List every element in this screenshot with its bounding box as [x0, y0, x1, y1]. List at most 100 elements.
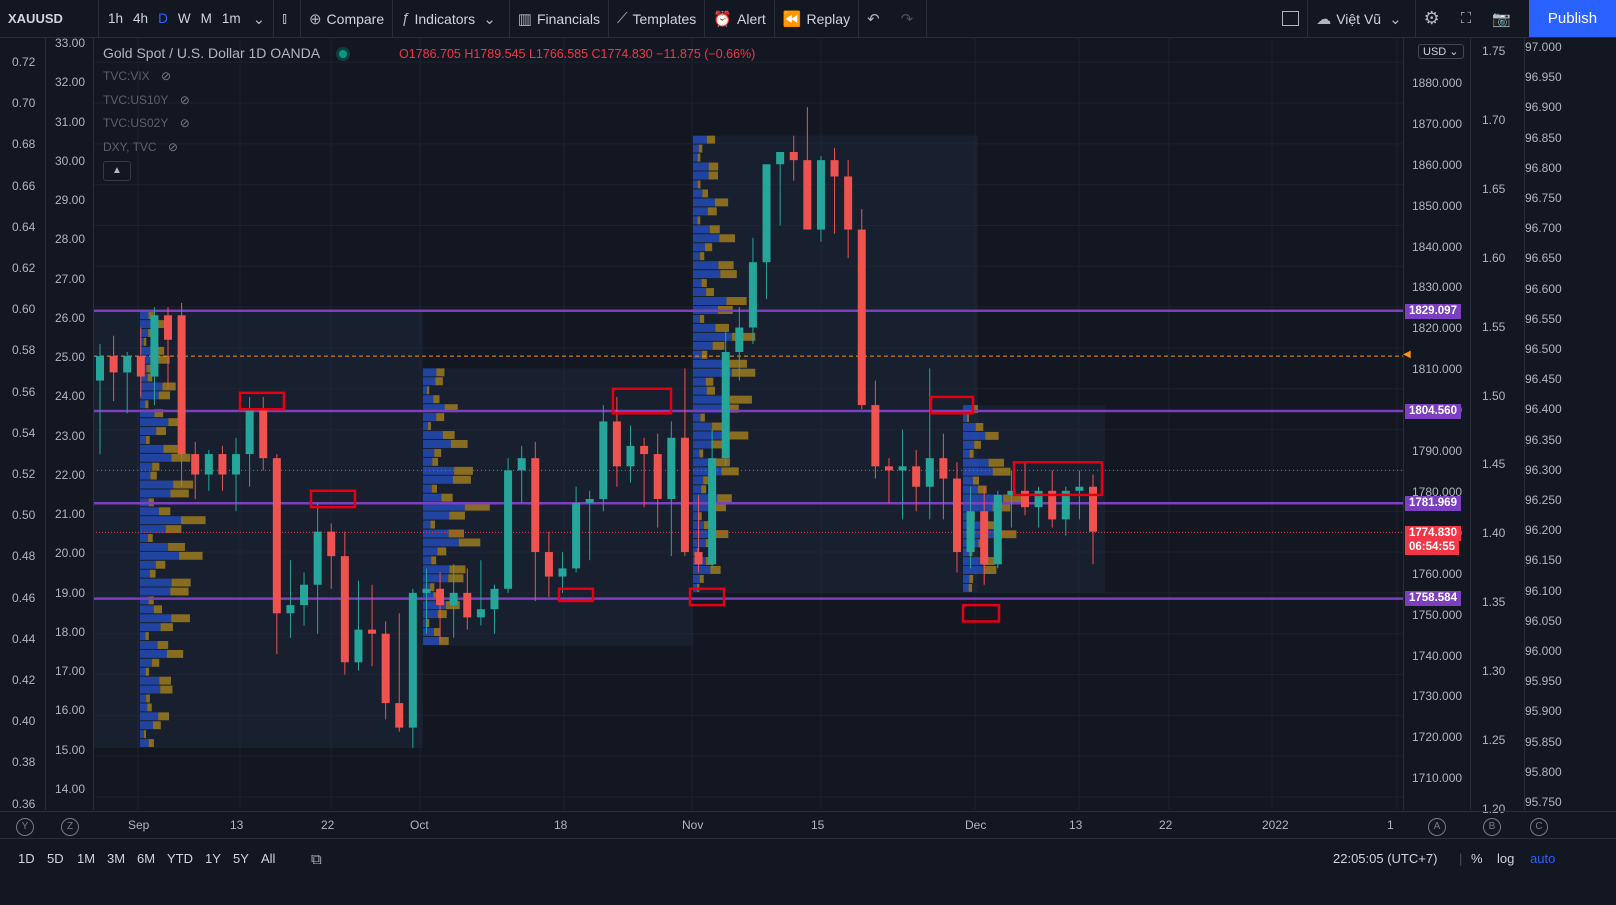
candle-body[interactable] [748, 262, 757, 328]
layout-select-button[interactable] [1274, 0, 1307, 37]
candle-body[interactable] [204, 454, 213, 475]
candle-body[interactable] [667, 437, 676, 499]
candle-body[interactable] [504, 470, 513, 589]
candle-body[interactable] [232, 454, 241, 475]
candle-body[interactable] [612, 421, 621, 467]
interval-1m[interactable]: 1m [217, 11, 246, 26]
publish-button[interactable]: Publish [1529, 0, 1616, 37]
candle-body[interactable] [136, 356, 145, 377]
candle-body[interactable] [1075, 486, 1084, 491]
candle-body[interactable] [762, 164, 771, 263]
clock[interactable]: 22:05:05 (UTC+7) [1333, 851, 1437, 866]
candle-body[interactable] [912, 466, 921, 487]
candle-body[interactable] [327, 531, 336, 557]
candle-body[interactable] [531, 458, 540, 553]
templates-button[interactable]: ⟋ Templates [609, 0, 704, 37]
candle-body[interactable] [1020, 490, 1029, 508]
auto-toggle[interactable]: auto [1530, 851, 1555, 866]
symbol-search[interactable]: XAUUSD [0, 0, 98, 37]
time-axis[interactable]: Sep 13 22 Oct 18 Nov 15 Dec 13 22 2022 1 Y Z A B C [0, 811, 1616, 839]
candle-body[interactable] [653, 454, 662, 499]
candle-body[interactable] [789, 151, 798, 161]
hidden-eye-icon[interactable]: ⊘ [165, 140, 178, 154]
indicator-2[interactable]: TVC:US02Y ⊘ [103, 116, 190, 130]
interval-1h[interactable]: 1h [103, 11, 128, 26]
candle-body[interactable] [150, 315, 159, 377]
candle-body[interactable] [626, 445, 635, 467]
indicator-3[interactable]: DXY, TVC ⊘ [103, 140, 178, 154]
candle-body[interactable] [966, 511, 975, 553]
hidden-eye-icon[interactable]: ⊘ [176, 116, 190, 130]
candle-body[interactable] [408, 592, 417, 728]
candle-body[interactable] [354, 629, 363, 663]
candle-body[interactable] [109, 356, 118, 373]
axis-z-button[interactable]: Z [61, 818, 79, 836]
candle-body[interactable] [776, 151, 785, 165]
candle-body[interactable] [313, 531, 322, 585]
candle-body[interactable] [490, 588, 499, 610]
range-All[interactable]: All [261, 851, 275, 866]
fullscreen-button[interactable]: ⛶ [1453, 0, 1485, 37]
range-3M[interactable]: 3M [107, 851, 125, 866]
candle-body[interactable] [340, 556, 349, 663]
indicators-button[interactable]: ƒ Indicators ⌄ [393, 0, 509, 37]
interval-M[interactable]: M [196, 11, 217, 26]
candle-body[interactable] [272, 458, 281, 614]
hidden-eye-icon[interactable]: ⊘ [176, 93, 190, 107]
interval-W[interactable]: W [173, 11, 196, 26]
axis-button-0[interactable]: A [1428, 818, 1446, 836]
candle-body[interactable] [980, 511, 989, 565]
candle-body[interactable] [300, 584, 309, 606]
candle-body[interactable] [803, 160, 812, 230]
financials-button[interactable]: ▥ Financials [510, 0, 608, 37]
candle-body[interactable] [1034, 490, 1043, 508]
highlight-box[interactable] [961, 603, 1001, 623]
left-axis-outer[interactable]: 0.72 0.70 0.68 0.66 0.64 0.62 0.60 0.58 0.56 0.54… [0, 38, 46, 811]
candle-body[interactable] [476, 609, 485, 618]
replay-button[interactable]: ⏪ Replay [775, 0, 858, 37]
indicator-1[interactable]: TVC:US10Y ⊘ [103, 93, 190, 107]
candle-body[interactable] [857, 229, 866, 406]
save-layout-button[interactable]: ☁ Việt Vũ ⌄ [1308, 0, 1414, 37]
candle-body[interactable] [830, 160, 839, 177]
candle-body[interactable] [245, 409, 254, 455]
range-5Y[interactable]: 5Y [233, 851, 249, 866]
range-1Y[interactable]: 1Y [205, 851, 221, 866]
interval-dropdown-chevron-icon[interactable]: ⌄ [250, 0, 274, 37]
snapshot-button[interactable]: 📷 [1484, 0, 1524, 37]
candle-body[interactable] [558, 568, 567, 577]
settings-button[interactable]: ⚙ [1416, 0, 1453, 37]
range-6M[interactable]: 6M [137, 851, 155, 866]
candle-body[interactable] [123, 356, 132, 373]
price-axis[interactable]: 1880.000 1870.000 1860.000 1850.000 1840.000… [1403, 38, 1470, 810]
candle-body[interactable] [463, 592, 472, 618]
date-range-icon[interactable]: ⧉ [311, 851, 322, 868]
interval-4h[interactable]: 4h [128, 11, 153, 26]
alert-button[interactable]: ⏰ Alert [705, 0, 773, 37]
candle-body[interactable] [993, 494, 1002, 565]
candle-body[interactable] [177, 315, 186, 455]
right-axis-2[interactable]: 1.75 1.70 1.65 1.60 1.55 1.50 1.45 1.40 1.35 1.30… [1470, 38, 1524, 816]
candle-body[interactable] [816, 160, 825, 230]
candle-body[interactable] [735, 327, 744, 353]
candle-body[interactable] [544, 552, 553, 577]
axis-y-button[interactable]: Y [16, 818, 34, 836]
log-toggle[interactable]: log [1497, 851, 1514, 866]
price-chart[interactable] [93, 38, 1403, 810]
candle-body[interactable] [952, 478, 961, 553]
candle-body[interactable] [884, 466, 893, 471]
candle-body[interactable] [871, 405, 880, 467]
candle-body[interactable] [422, 588, 431, 593]
candle-body[interactable] [436, 588, 445, 606]
candle-body[interactable] [191, 454, 200, 475]
left-axis-inner[interactable]: 33.00 32.00 31.00 30.00 29.00 28.00 27.00 26.00… [46, 36, 94, 810]
candle-body[interactable] [708, 458, 717, 565]
candle-body[interactable] [449, 592, 458, 606]
percent-toggle[interactable]: % [1471, 851, 1483, 866]
candle-body[interactable] [1089, 486, 1097, 532]
interval-D[interactable]: D [153, 11, 173, 26]
candle-body[interactable] [218, 454, 227, 475]
candle-body[interactable] [694, 552, 703, 565]
axis-button-2[interactable]: C [1530, 818, 1548, 836]
candle-body[interactable] [259, 409, 268, 459]
